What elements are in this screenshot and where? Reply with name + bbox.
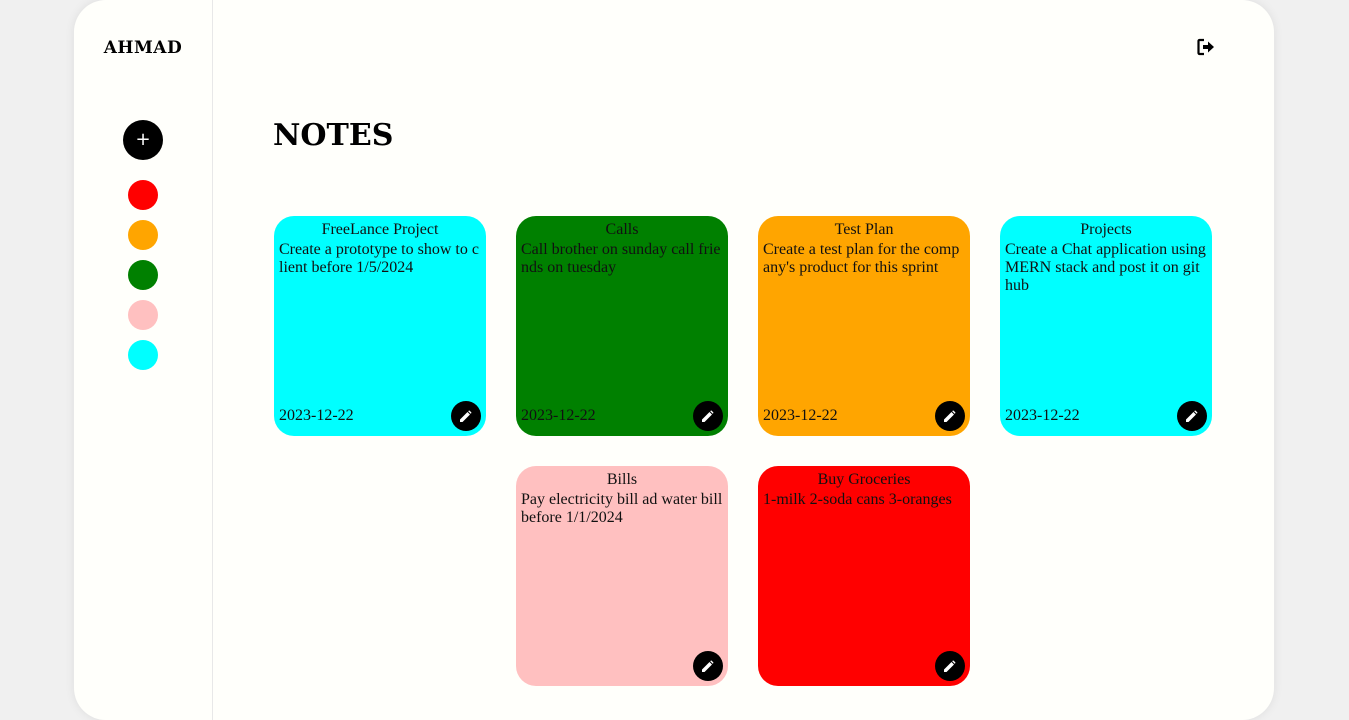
color-swatches [128,180,158,380]
edit-note-button[interactable] [1177,401,1207,431]
edit-note-button[interactable] [693,651,723,681]
pencil-icon [702,410,714,422]
note-body: Create a Chat application using MERN sta… [1005,241,1206,294]
note-date: 2023-12-22 [521,407,596,424]
logout-icon[interactable] [1197,38,1215,56]
pencil-icon [460,410,472,422]
note-date: 2023-12-22 [1005,407,1080,424]
swatch-pink[interactable] [128,300,158,330]
note-card[interactable]: Calls Call brother on sunday call friend… [516,216,728,436]
edit-note-button[interactable] [693,401,723,431]
swatch-orange[interactable] [128,220,158,250]
edit-note-button[interactable] [935,401,965,431]
note-card[interactable]: Test Plan Create a test plan for the com… [758,216,970,436]
note-body: Create a test plan for the company's pro… [763,241,960,276]
note-body: Create a prototype to show to client bef… [279,241,479,276]
edit-note-button[interactable] [935,651,965,681]
note-card[interactable]: Projects Create a Chat application using… [1000,216,1212,436]
note-body: Call brother on sunday call friends on t… [521,241,721,276]
pencil-icon [1186,410,1198,422]
brand-name: AHMAD [103,38,183,58]
note-title: Buy Groceries [817,471,911,488]
note-title: FreeLance Project [321,221,439,238]
pencil-icon [944,660,956,672]
note-body: Pay electricity bill ad water bill befor… [521,491,723,526]
notes-app: AHMAD + NOTES FreeLance Project Create a… [74,0,1274,720]
note-title: Calls [605,221,639,238]
note-card[interactable]: FreeLance Project Create a prototype to … [274,216,486,436]
add-note-button[interactable]: + [123,120,163,160]
swatch-red[interactable] [128,180,158,210]
note-title: Test Plan [834,221,894,238]
swatch-green[interactable] [128,260,158,290]
note-body: 1-milk 2-soda cans 3-oranges [763,491,952,508]
note-title: Bills [606,471,638,488]
pencil-icon [702,660,714,672]
sidebar: AHMAD + [74,0,213,720]
note-date: 2023-12-22 [763,407,838,424]
edit-note-button[interactable] [451,401,481,431]
note-title: Projects [1080,221,1132,238]
page-title: NOTES [273,118,394,153]
note-card[interactable]: Buy Groceries 1-milk 2-soda cans 3-orang… [758,466,970,686]
pencil-icon [944,410,956,422]
note-card[interactable]: Bills Pay electricity bill ad water bill… [516,466,728,686]
note-date: 2023-12-22 [279,407,354,424]
swatch-cyan[interactable] [128,340,158,370]
